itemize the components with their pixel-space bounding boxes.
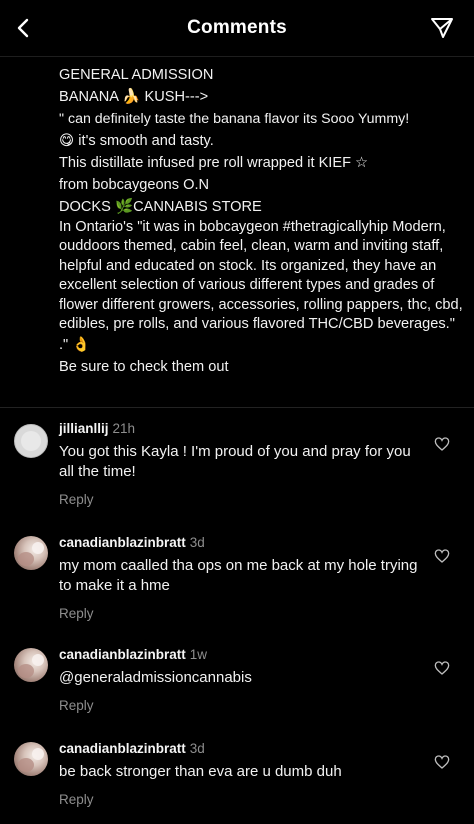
back-button[interactable] xyxy=(8,12,40,44)
avatar[interactable] xyxy=(14,742,48,776)
heart-icon[interactable] xyxy=(434,660,450,676)
caption-line: 😋 it's smooth and tasty. xyxy=(59,133,214,149)
caption-line: BANANA 🍌 KUSH---> xyxy=(59,89,209,105)
comment-username[interactable]: canadianblazinbratt xyxy=(59,741,186,756)
caption-line: GENERAL ADMISSION xyxy=(59,67,214,83)
chevron-left-icon xyxy=(17,18,29,38)
caption-line: DOCKS 🌿CANNABIS STORE xyxy=(59,199,262,215)
reply-button[interactable]: Reply xyxy=(59,492,419,507)
comment-time: 1w xyxy=(189,647,208,662)
reply-button[interactable]: Reply xyxy=(59,606,419,621)
caption-line: from bobcaygeons O.N xyxy=(59,177,210,193)
page-title: Comments xyxy=(187,17,287,38)
comment-username[interactable]: canadianblazinbratt xyxy=(59,535,186,550)
caption-line: This distillate infused pre roll wrapped… xyxy=(59,155,369,171)
comment-text: be back stronger than eva are u dumb duh xyxy=(59,763,342,780)
heart-icon[interactable] xyxy=(434,754,450,770)
avatar[interactable] xyxy=(14,424,48,458)
caption-line: INDICA xyxy=(59,56,464,64)
share-button[interactable] xyxy=(428,14,456,42)
caption-line: ." 👌 xyxy=(59,337,91,354)
comment-username[interactable]: jillianllij xyxy=(59,421,109,436)
divider xyxy=(0,407,474,408)
comment-time: 3d xyxy=(189,741,205,756)
caption-line: Be sure to check them out xyxy=(59,359,229,376)
comment-text: @generaladmissioncannabis xyxy=(59,669,252,686)
reply-button[interactable]: Reply xyxy=(59,698,419,713)
comment-time: 3d xyxy=(189,535,205,550)
caption-paragraph: In Ontario's "it was in bobcaygeon #thet… xyxy=(59,219,463,333)
comment-text: my mom caalled tha ops on me back at my … xyxy=(59,557,418,594)
comment-time: 21h xyxy=(112,421,136,436)
header-bar: Comments xyxy=(0,0,474,57)
caption-line: " can definitely taste the banana flavor… xyxy=(59,111,410,127)
avatar[interactable] xyxy=(14,536,48,570)
avatar[interactable] xyxy=(14,648,48,682)
paper-plane-icon xyxy=(431,18,453,38)
comment-username[interactable]: canadianblazinbratt xyxy=(59,647,186,662)
heart-icon[interactable] xyxy=(434,436,450,452)
comment-text: You got this Kayla ! I'm proud of you an… xyxy=(59,443,411,480)
heart-icon[interactable] xyxy=(434,548,450,564)
post-caption: INDICA GENERAL ADMISSION BANANA 🍌 KUSH--… xyxy=(0,56,474,416)
reply-button[interactable]: Reply xyxy=(59,792,419,807)
